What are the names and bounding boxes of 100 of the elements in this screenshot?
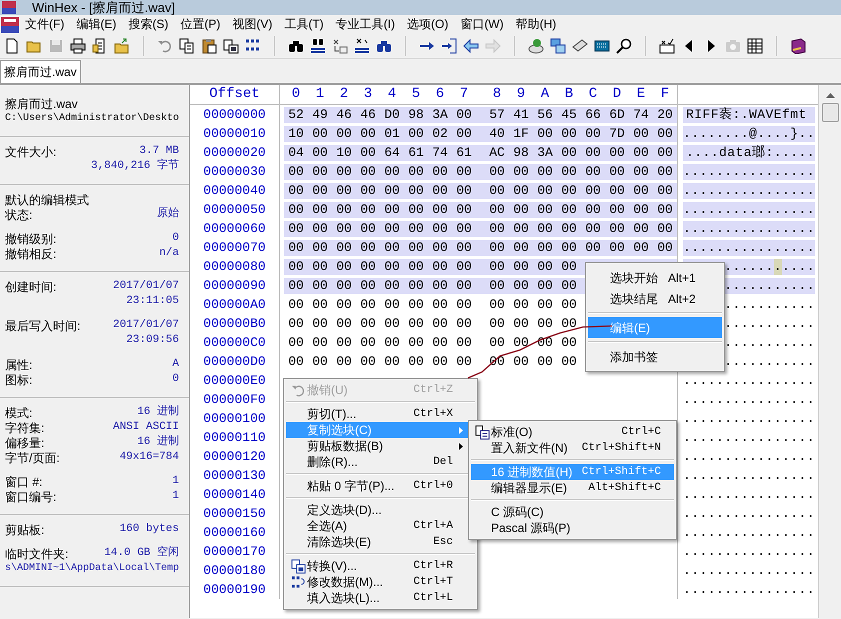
hex-byte[interactable]: 00	[537, 238, 553, 258]
hex-byte[interactable]: 00	[408, 238, 424, 258]
hex-byte[interactable]: 00	[288, 180, 304, 200]
left-arrow-icon[interactable]	[463, 38, 479, 54]
hex-byte[interactable]: 00	[384, 218, 400, 238]
hex-byte[interactable]: 00	[312, 238, 328, 258]
hex-byte[interactable]: 02	[432, 124, 448, 144]
hex-byte[interactable]: 00	[561, 124, 577, 144]
hex-byte[interactable]: 00	[456, 238, 472, 258]
hex-byte[interactable]: 00	[336, 218, 352, 238]
hex-byte[interactable]: 00	[312, 180, 328, 200]
hex-byte[interactable]: 00	[432, 200, 448, 220]
hex-byte[interactable]: 00	[513, 352, 529, 372]
hex-byte[interactable]: 64	[384, 142, 400, 162]
hex-byte[interactable]: 00	[408, 256, 424, 276]
hex-byte[interactable]: 00	[456, 180, 472, 200]
hex-byte[interactable]: 00	[360, 332, 376, 352]
hex-byte[interactable]: 00	[336, 352, 352, 372]
file-tab[interactable]: 擦肩而过.wav	[0, 60, 81, 83]
hex-byte[interactable]: 00	[456, 200, 472, 220]
hex-byte[interactable]: 00	[561, 200, 577, 220]
memory-icon[interactable]	[572, 38, 588, 54]
hex-byte[interactable]: AC	[489, 142, 505, 162]
hex-byte[interactable]: 10	[336, 142, 352, 162]
hex-byte[interactable]: D0	[384, 104, 400, 124]
hex-byte[interactable]: 00	[360, 276, 376, 296]
hex-byte[interactable]: 00	[513, 294, 529, 314]
hex-byte[interactable]: 00	[537, 352, 553, 372]
hex-byte[interactable]: 00	[408, 352, 424, 372]
hex-byte[interactable]: 00	[633, 218, 649, 238]
hex-byte[interactable]: 3A	[537, 142, 553, 162]
hex-byte[interactable]: 00	[432, 294, 448, 314]
hex-byte[interactable]: 00	[657, 180, 673, 200]
hex-byte[interactable]: 00	[408, 294, 424, 314]
pages-icon[interactable]	[223, 38, 239, 54]
hex-byte[interactable]: 00	[537, 200, 553, 220]
hex-byte[interactable]: 00	[633, 142, 649, 162]
hex-byte[interactable]: 00	[537, 256, 553, 276]
binoculars-icon[interactable]	[288, 38, 304, 54]
hex-byte[interactable]: 00	[312, 256, 328, 276]
printer-icon[interactable]	[70, 38, 86, 54]
hex-byte[interactable]: 00	[408, 124, 424, 144]
hex-byte[interactable]: 6D	[609, 104, 625, 124]
hex-byte[interactable]: 00	[657, 124, 673, 144]
hex-byte[interactable]: 00	[537, 180, 553, 200]
menu-item[interactable]: 选项(O)	[402, 15, 452, 34]
hex-byte[interactable]: 00	[288, 200, 304, 220]
hex-byte[interactable]: 00	[456, 218, 472, 238]
hex-byte[interactable]: 00	[360, 200, 376, 220]
menu-item[interactable]: 置入新文件(N) Ctrl+Shift+N	[471, 440, 674, 456]
hex-byte[interactable]: 00	[360, 256, 376, 276]
hex-byte[interactable]: 00	[456, 104, 472, 124]
hex-byte[interactable]: 00	[456, 124, 472, 144]
hex-byte[interactable]: 00	[312, 276, 328, 296]
hex-byte[interactable]: 00	[432, 218, 448, 238]
hex-byte[interactable]: 00	[489, 314, 505, 334]
hex-byte[interactable]: 00	[513, 332, 529, 352]
hex-byte[interactable]: 00	[561, 142, 577, 162]
hex-byte[interactable]: 00	[408, 332, 424, 352]
hex-byte[interactable]: 00	[360, 142, 376, 162]
hex-byte[interactable]: 74	[633, 104, 649, 124]
hex-byte[interactable]: 00	[585, 124, 601, 144]
text-cursor[interactable]: .	[774, 258, 782, 274]
menu-item[interactable]: 文件(F)	[21, 15, 68, 34]
hex-byte[interactable]: 52	[288, 104, 304, 124]
hex-byte[interactable]: 00	[513, 162, 529, 182]
hex-byte[interactable]: 00	[384, 162, 400, 182]
hex-byte[interactable]: 00	[312, 314, 328, 334]
hex-byte[interactable]: 00	[489, 180, 505, 200]
hex-byte[interactable]: 00	[585, 238, 601, 258]
hex-byte[interactable]: 00	[561, 218, 577, 238]
search-icon[interactable]	[616, 38, 632, 54]
hex-byte[interactable]: 00	[657, 238, 673, 258]
hex-byte[interactable]: 00	[489, 276, 505, 296]
hex-byte[interactable]: 3A	[432, 104, 448, 124]
hex-byte[interactable]: 00	[537, 218, 553, 238]
hex-byte[interactable]: 00	[456, 276, 472, 296]
hex-byte[interactable]: 00	[312, 124, 328, 144]
hex-byte[interactable]: 00	[609, 162, 625, 182]
hex-byte[interactable]: 00	[312, 162, 328, 182]
hex-byte[interactable]: 00	[489, 200, 505, 220]
hex-byte[interactable]: 00	[537, 124, 553, 144]
hex-byte[interactable]: 66	[585, 104, 601, 124]
hex-byte[interactable]: 00	[408, 276, 424, 296]
hex-byte[interactable]: 00	[633, 238, 649, 258]
hex-byte[interactable]: 00	[312, 142, 328, 162]
hex-byte[interactable]: 40	[489, 124, 505, 144]
scrollbar[interactable]	[818, 85, 841, 618]
hex-byte[interactable]: 00	[657, 162, 673, 182]
menu-item[interactable]: 位置(P)	[176, 15, 224, 34]
menu-item[interactable]: 转换(V)... Ctrl+R	[286, 558, 475, 574]
hex-byte[interactable]: 00	[312, 332, 328, 352]
hex-byte[interactable]: 00	[561, 314, 577, 334]
replace-icon[interactable]	[332, 38, 348, 54]
hex-byte[interactable]: 00	[288, 162, 304, 182]
hex-byte[interactable]: 00	[432, 256, 448, 276]
folder-icon[interactable]	[114, 38, 130, 54]
hex-byte[interactable]: 98	[408, 104, 424, 124]
hex-byte[interactable]: 00	[657, 142, 673, 162]
hex-byte[interactable]: 00	[561, 332, 577, 352]
